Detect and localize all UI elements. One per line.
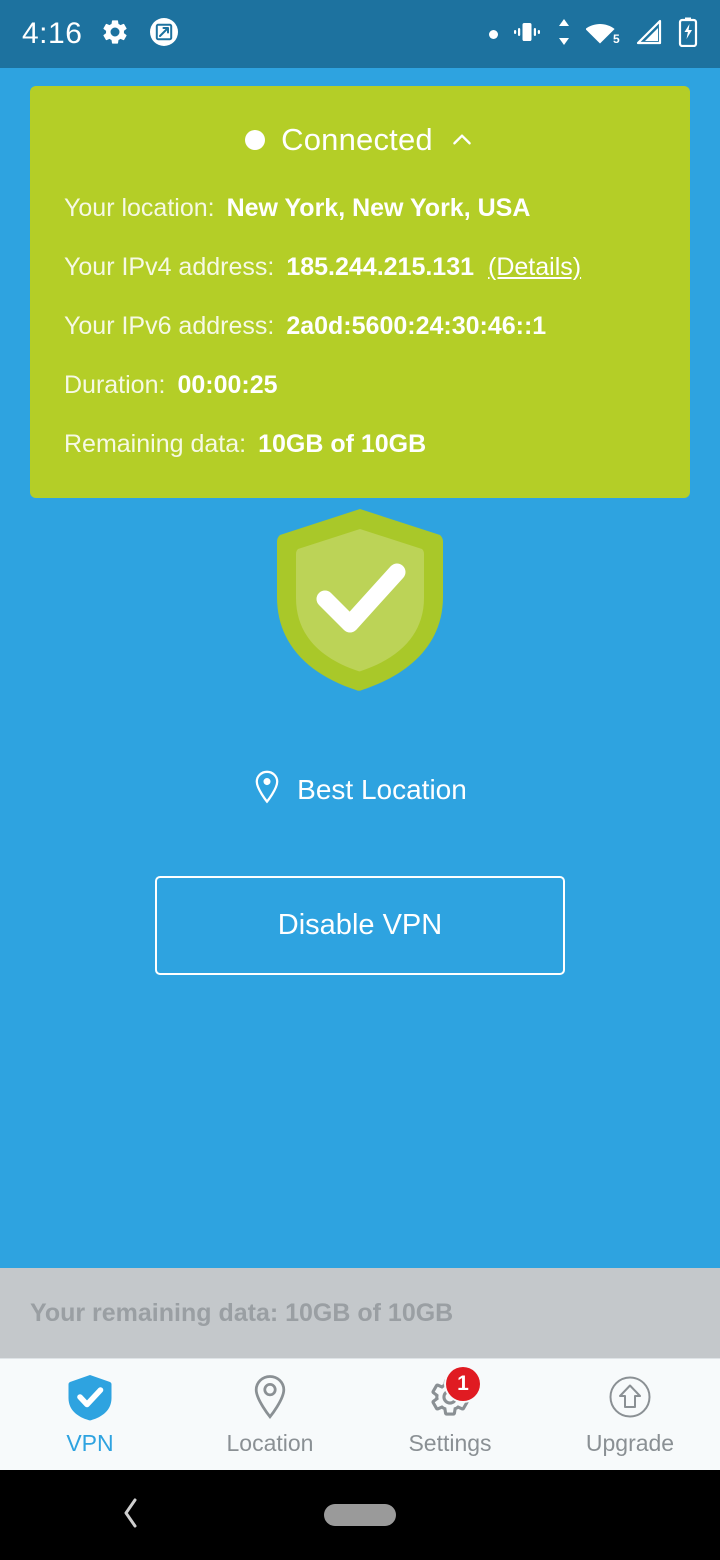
detail-label: Your IPv4 address: (64, 253, 275, 281)
detail-row-location: Your location: New York, New York, USA (64, 194, 658, 223)
back-chevron-icon[interactable] (118, 1495, 144, 1536)
wifi-level-label: 5 (613, 32, 620, 46)
shield-status-graphic (0, 505, 720, 700)
selected-location-label: Best Location (297, 773, 467, 805)
detail-value: 185.244.215.131 (286, 253, 475, 281)
ipv4-details-link[interactable]: (Details) (488, 253, 581, 282)
home-pill-icon[interactable] (324, 1504, 396, 1526)
detail-label: Remaining data: (64, 430, 247, 458)
status-bar-clock: 4:16 (22, 17, 83, 50)
cellular-signal-icon (636, 18, 664, 51)
settings-badge: 1 (446, 1366, 480, 1401)
detail-row-ipv6: Your IPv6 address: 2a0d:5600:24:30:46::1 (64, 312, 658, 341)
vibrate-icon (512, 19, 542, 50)
tab-vpn[interactable]: VPN (0, 1359, 180, 1470)
remaining-data-banner-text: Your remaining data: 10GB of 10GB (30, 1298, 454, 1327)
tab-label-upgrade: Upgrade (585, 1429, 675, 1456)
gear-icon: 1 (424, 1366, 480, 1421)
data-transfer-icon (556, 18, 572, 51)
dot-indicator-icon (489, 29, 498, 39)
detail-label: Duration: (64, 371, 166, 399)
tab-label-settings: Settings (408, 1429, 492, 1456)
app-screen: 4:16 5 Connected Your location: New York… (0, 0, 720, 1560)
status-bar-right: 5 (489, 17, 698, 52)
detail-value: New York, New York, USA (226, 194, 531, 222)
detail-value: 10GB of 10GB (258, 430, 427, 458)
tab-label-vpn: VPN (66, 1429, 114, 1456)
status-bar-left: 4:16 (22, 16, 180, 53)
detail-label: Your location: (64, 194, 215, 222)
connection-detail-rows: Your location: New York, New York, USA Y… (62, 194, 658, 459)
arrow-up-circle-icon (604, 1373, 656, 1421)
connection-status-card: Connected Your location: New York, New Y… (30, 86, 690, 498)
detail-value: 00:00:25 (177, 371, 278, 399)
battery-charging-icon (678, 17, 698, 52)
chevron-up-icon[interactable] (449, 127, 475, 153)
detail-label: Your IPv6 address: (64, 312, 275, 340)
gear-icon (100, 17, 130, 52)
tab-location[interactable]: Location (180, 1359, 360, 1470)
status-bar: 4:16 5 (0, 0, 720, 68)
shield-check-icon (64, 1373, 116, 1421)
map-pin-icon (244, 1373, 296, 1421)
screenshot-icon (148, 16, 180, 53)
tab-label-location: Location (226, 1429, 314, 1456)
tab-upgrade[interactable]: Upgrade (540, 1359, 720, 1470)
connection-status-label: Connected (281, 122, 433, 157)
detail-row-remaining-data: Remaining data: 10GB of 10GB (64, 430, 658, 459)
connection-status-header[interactable]: Connected (62, 86, 658, 194)
wifi-icon: 5 (585, 18, 622, 51)
detail-value: 2a0d:5600:24:30:46::1 (286, 312, 547, 340)
detail-row-duration: Duration: 00:00:25 (64, 371, 658, 400)
detail-row-ipv4: Your IPv4 address: 185.244.215.131 (Deta… (64, 253, 658, 282)
disable-vpn-button[interactable]: Disable VPN (155, 876, 565, 975)
selected-location-row[interactable]: Best Location (0, 770, 720, 809)
bottom-tab-bar: VPN Location 1 Settings Upgrade (0, 1358, 720, 1470)
connected-dot-icon (245, 130, 266, 150)
tab-settings[interactable]: 1 Settings (360, 1359, 540, 1470)
map-pin-icon (253, 770, 281, 809)
shield-check-icon (270, 505, 450, 700)
remaining-data-banner: Your remaining data: 10GB of 10GB (0, 1268, 720, 1358)
android-navigation-bar (0, 1470, 720, 1560)
